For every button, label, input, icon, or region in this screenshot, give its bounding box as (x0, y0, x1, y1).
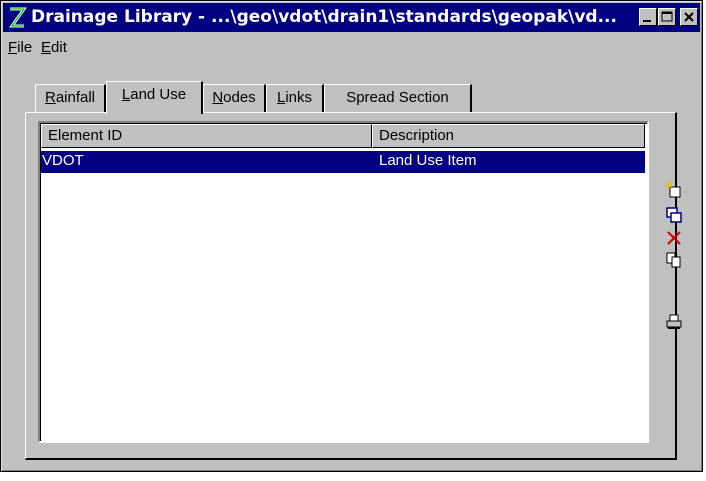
column-header-description[interactable]: Description (372, 124, 645, 148)
tab-spread-section[interactable]: Spread Section (324, 84, 472, 112)
list-item[interactable]: VDOT Land Use Item (41, 151, 645, 173)
minimize-icon (643, 20, 651, 22)
tab-links[interactable]: Links (266, 84, 324, 112)
close-icon (684, 12, 694, 22)
element-id-cell: VDOT (42, 152, 84, 169)
drainage-library-window: Drainage Library - ...\geo\vdot\drain1\s… (0, 0, 703, 472)
tab-nodes[interactable]: Nodes (203, 84, 266, 112)
tab-land-use[interactable]: Land Use (106, 81, 203, 114)
menu-file[interactable]: File (8, 39, 32, 56)
delete-icon[interactable] (665, 229, 683, 247)
maximize-button[interactable] (658, 8, 676, 26)
column-header-element-id[interactable]: Element ID (41, 124, 372, 148)
new-icon[interactable] (665, 181, 683, 199)
element-list[interactable]: Element ID Description VDOT Land Use Ite… (38, 121, 649, 443)
menu-edit[interactable]: Edit (41, 39, 67, 56)
maximize-icon (661, 11, 673, 22)
edit-icon[interactable] (665, 206, 683, 224)
minimize-button[interactable] (639, 8, 657, 26)
title-bar[interactable]: Drainage Library - ...\geo\vdot\drain1\s… (3, 3, 700, 32)
tab-rainfall[interactable]: Rainfall (35, 84, 106, 112)
app-icon (9, 7, 27, 28)
copy-icon[interactable] (665, 251, 683, 269)
close-button[interactable] (680, 8, 698, 26)
window-title: Drainage Library - ...\geo\vdot\drain1\s… (31, 7, 617, 27)
description-cell: Land Use Item (379, 152, 477, 169)
print-icon[interactable] (665, 313, 683, 331)
